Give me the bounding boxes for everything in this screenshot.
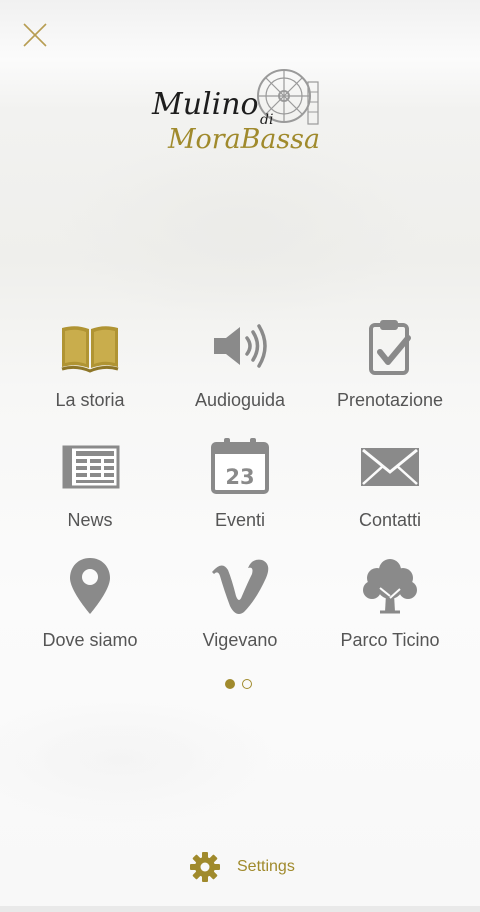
page-dot-active[interactable] <box>225 679 235 689</box>
menu-item-parco-ticino[interactable]: Parco Ticino <box>315 550 465 660</box>
map-pin-icon <box>70 558 110 614</box>
logo-text-mulino: Mulino <box>151 87 259 122</box>
close-icon <box>23 23 47 47</box>
menu-item-dove-siamo[interactable]: Dove siamo <box>15 550 165 660</box>
menu-item-prenotazione[interactable]: Prenotazione <box>315 310 465 420</box>
vimeo-icon <box>212 559 269 614</box>
calendar-date-text: 23 <box>225 465 254 489</box>
menu-item-la-storia[interactable]: La storia <box>15 310 165 420</box>
clipboard-check-icon <box>369 320 411 375</box>
menu-item-label: Prenotazione <box>336 390 444 410</box>
logo-text-morabassa: MoraBassa <box>167 124 320 155</box>
menu-item-label: Dove siamo <box>42 630 138 650</box>
settings-button[interactable]: Settings <box>186 848 316 886</box>
menu-item-news[interactable]: News <box>15 430 165 540</box>
menu-item-label: Eventi <box>214 510 266 530</box>
menu-item-vigevano[interactable]: Vigevano <box>165 550 315 660</box>
calendar-icon: 23 <box>211 438 269 494</box>
app-logo: Mulino di MoraBassa <box>148 62 338 162</box>
menu-item-contatti[interactable]: Contatti <box>315 430 465 540</box>
speaker-icon <box>214 324 267 368</box>
menu-item-label: Contatti <box>358 510 422 530</box>
newspaper-icon <box>62 445 120 489</box>
close-button[interactable] <box>18 18 52 52</box>
envelope-icon <box>361 448 419 486</box>
menu-item-label: Vigevano <box>202 630 278 650</box>
menu-item-label: La storia <box>55 390 125 410</box>
page-dot-inactive[interactable] <box>242 679 252 689</box>
menu-item-audioguida[interactable]: Audioguida <box>165 310 315 420</box>
menu-item-label: Parco Ticino <box>340 630 440 650</box>
settings-label: Settings <box>237 858 295 875</box>
tree-icon <box>363 559 417 614</box>
menu-item-label: News <box>67 510 113 530</box>
gear-icon <box>190 852 220 882</box>
menu-item-label: Audioguida <box>194 390 286 410</box>
menu-item-eventi[interactable]: 23 Eventi <box>165 430 315 540</box>
page-indicator <box>225 679 255 691</box>
bottom-strip <box>0 906 480 912</box>
book-icon <box>61 326 119 373</box>
